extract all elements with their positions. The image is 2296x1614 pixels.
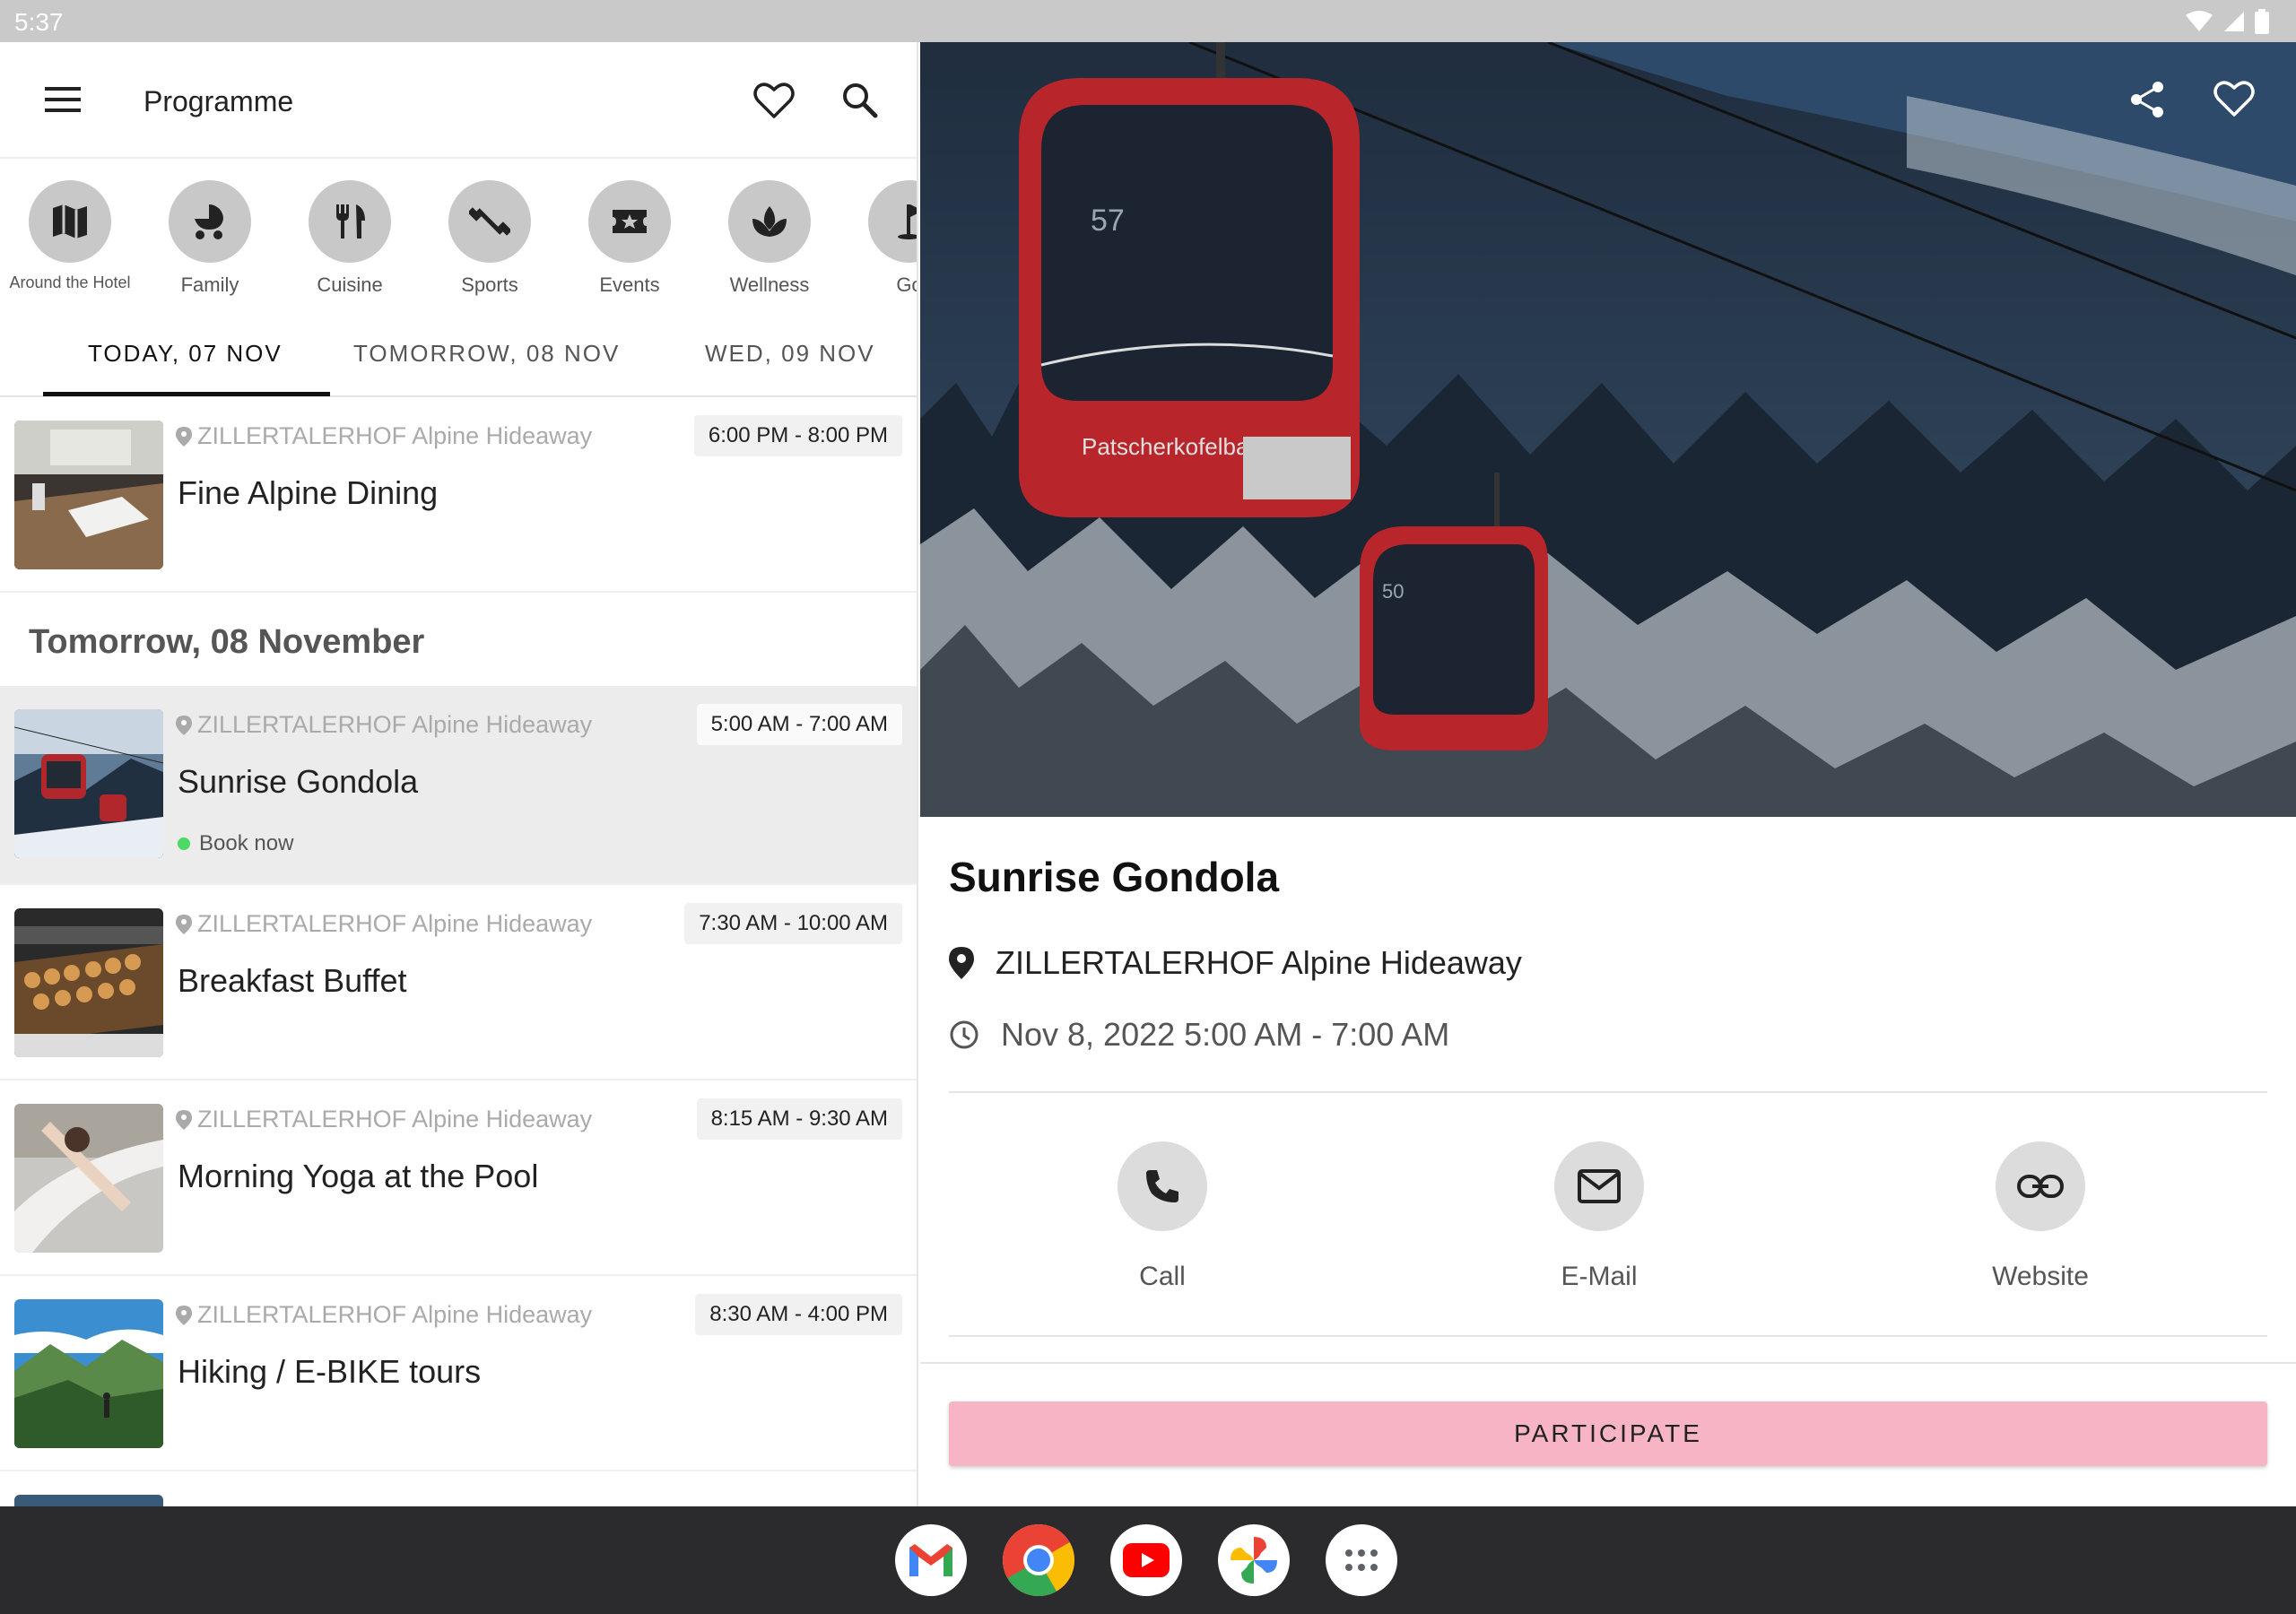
event-thumbnail-hiking — [14, 1299, 163, 1448]
category-bar: Around the Hotel Family Cuisine Sports E… — [0, 161, 917, 317]
event-time: 7:30 AM - 10:00 AM — [684, 903, 902, 944]
detail-datetime-row: Nov 8, 2022 5:00 AM - 7:00 AM — [949, 1016, 1449, 1054]
section-header-tomorrow: Tomorrow, 08 November — [0, 593, 917, 686]
event-time: 8:15 AM - 9:30 AM — [696, 1098, 902, 1140]
date-tabs: TODAY, 07 NOV TOMORROW, 08 NOV WED, 09 N… — [0, 320, 917, 397]
event-thumbnail-gondola — [14, 709, 163, 858]
event-title: Hiking / E-BIKE tours — [178, 1353, 482, 1390]
event-time: 8:30 AM - 4:00 PM — [695, 1294, 902, 1335]
search-icon[interactable] — [841, 82, 879, 119]
event-title: Breakfast Buffet — [178, 962, 407, 999]
tab-today[interactable]: TODAY, 07 NOV — [88, 340, 283, 368]
battery-icon — [2255, 9, 2269, 34]
call-button[interactable]: Call — [1064, 1141, 1261, 1292]
detail-location: ZILLERTALERHOF Alpine Hideaway — [996, 944, 1522, 981]
divider — [920, 1362, 2296, 1364]
map-icon — [53, 204, 87, 239]
event-thumbnail-dining — [14, 421, 163, 569]
gondola-number-50: 50 — [1382, 580, 1404, 603]
gmail-app-icon[interactable] — [895, 1524, 967, 1596]
category-events[interactable]: Events — [560, 180, 700, 297]
event-location: ZILLERTALERHOF Alpine Hideaway — [197, 910, 593, 937]
event-thumbnail-yoga — [14, 1104, 163, 1253]
category-go[interactable]: Go — [839, 180, 917, 297]
favorite-heart-icon[interactable] — [2213, 80, 2255, 117]
event-thumbnail-breakfast — [14, 908, 163, 1057]
system-icons — [2185, 9, 2269, 34]
detail-title: Sunrise Gondola — [949, 854, 1280, 900]
app-drawer-icon[interactable] — [1326, 1524, 1397, 1596]
status-time: 5:37 — [14, 8, 64, 36]
event-title: Fine Alpine Dining — [178, 474, 439, 511]
event-thumbnail — [14, 1495, 163, 1506]
event-time: 6:00 PM - 8:00 PM — [693, 415, 902, 456]
event-title: Sunrise Gondola — [178, 763, 419, 800]
email-button[interactable]: E-Mail — [1500, 1141, 1698, 1292]
link-icon — [2017, 1175, 2064, 1198]
book-now-badge: Book now — [178, 831, 293, 856]
location-pin-icon — [949, 947, 974, 979]
event-location: ZILLERTALERHOF Alpine Hideaway — [197, 711, 593, 738]
tab-indicator — [43, 392, 330, 396]
category-cuisine[interactable]: Cuisine — [280, 180, 420, 297]
participate-button[interactable]: PARTICIPATE — [949, 1401, 2267, 1466]
event-detail-pane: 57 Patscherkofelbahn 50 Sunrise Gondola … — [920, 42, 2296, 1506]
detail-datetime: Nov 8, 2022 5:00 AM - 7:00 AM — [1001, 1016, 1450, 1053]
share-icon[interactable] — [2127, 80, 2167, 119]
lotus-icon — [752, 206, 787, 237]
category-sports[interactable]: Sports — [420, 180, 560, 297]
dumbbell-icon — [469, 207, 510, 236]
mail-icon — [1578, 1169, 1621, 1203]
taskbar-dock — [0, 1506, 2296, 1614]
event-location: ZILLERTALERHOF Alpine Hideaway — [197, 422, 593, 449]
location-pin-icon — [176, 1305, 192, 1325]
golf-flag-icon — [898, 204, 917, 239]
youtube-app-icon[interactable] — [1110, 1524, 1182, 1596]
divider — [949, 1091, 2267, 1093]
location-pin-icon — [176, 1109, 192, 1130]
availability-dot — [178, 837, 190, 850]
status-bar: 5:37 — [0, 0, 2296, 42]
cutlery-icon — [336, 204, 365, 239]
wifi-icon — [2186, 11, 2213, 31]
programme-list-pane: Programme Around the Hotel Family Cuisin… — [0, 42, 918, 1506]
photos-app-icon[interactable] — [1218, 1524, 1290, 1596]
location-pin-icon — [176, 914, 192, 934]
event-location: ZILLERTALERHOF Alpine Hideaway — [197, 1106, 593, 1132]
detail-location-row: ZILLERTALERHOF Alpine Hideaway — [949, 944, 1522, 982]
tab-wednesday[interactable]: WED, 09 NOV — [705, 340, 875, 368]
category-family[interactable]: Family — [140, 180, 280, 297]
ticket-icon — [613, 210, 647, 233]
list-item[interactable]: ZILLERTALERHOF Alpine Hideaway 6:00 PM -… — [0, 397, 917, 593]
category-wellness[interactable]: Wellness — [700, 180, 839, 297]
favorites-heart-icon[interactable] — [753, 82, 795, 119]
location-pin-icon — [176, 426, 192, 447]
divider — [949, 1335, 2267, 1337]
website-button[interactable]: Website — [1942, 1141, 2139, 1292]
page-title: Programme — [144, 85, 294, 117]
list-item[interactable]: ZILLERTALERHOF Alpine Hideaway 8:15 AM -… — [0, 1080, 917, 1276]
stroller-icon — [195, 204, 223, 239]
signal-icon — [2224, 12, 2244, 31]
gondola-number-57: 57 — [1091, 204, 1125, 238]
app-bar: Programme — [0, 42, 917, 159]
event-time: 5:00 AM - 7:00 AM — [696, 704, 902, 745]
chrome-app-icon[interactable] — [1003, 1524, 1074, 1596]
location-pin-icon — [176, 715, 192, 735]
list-item-partial[interactable] — [0, 1471, 917, 1506]
event-location: ZILLERTALERHOF Alpine Hideaway — [197, 1301, 593, 1328]
list-item[interactable]: ZILLERTALERHOF Alpine Hideaway 7:30 AM -… — [0, 885, 917, 1080]
list-item-selected[interactable]: ZILLERTALERHOF Alpine Hideaway 5:00 AM -… — [0, 686, 917, 885]
category-around-the-hotel[interactable]: Around the Hotel — [0, 180, 140, 292]
phone-icon — [1146, 1170, 1178, 1202]
hamburger-menu-icon[interactable] — [45, 85, 83, 114]
event-title: Morning Yoga at the Pool — [178, 1158, 539, 1194]
clock-icon — [950, 1020, 978, 1049]
event-hero-image: 57 Patscherkofelbahn 50 — [920, 42, 2296, 817]
tab-tomorrow[interactable]: TOMORROW, 08 NOV — [353, 340, 620, 368]
list-item[interactable]: ZILLERTALERHOF Alpine Hideaway 8:30 AM -… — [0, 1276, 917, 1471]
